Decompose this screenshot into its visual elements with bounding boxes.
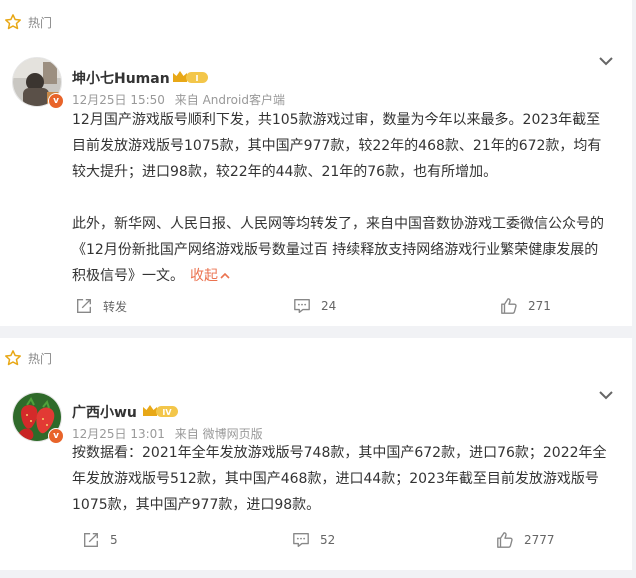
- repost-icon: [77, 299, 91, 313]
- caret-up-icon: [220, 272, 230, 279]
- avatar[interactable]: v: [12, 57, 64, 109]
- comment-count: 52: [320, 533, 336, 547]
- author-name[interactable]: 坤小七Human: [72, 68, 170, 88]
- like-button[interactable]: 271: [500, 297, 551, 315]
- verified-badge: v: [48, 93, 64, 109]
- post-paragraph: 按数据看：2021年全年发放游戏版号748款，其中国产672款，进口76款；20…: [72, 445, 607, 513]
- avatar[interactable]: v: [12, 392, 64, 444]
- level-badge-text: I: [196, 74, 199, 83]
- level-crown-icon: I: [172, 69, 210, 85]
- repost-icon: [84, 533, 98, 547]
- comment-icon: [293, 533, 309, 547]
- level-badge-text: IV: [162, 408, 172, 417]
- repost-button[interactable]: 转发: [75, 297, 127, 315]
- comment-button[interactable]: 24: [293, 297, 336, 315]
- hot-tag: 热门: [4, 12, 52, 32]
- post-text: 12月国产游戏版号顺利下发，共105款游戏过审，数量为今年以来最多。2023年截…: [72, 107, 612, 289]
- post-text: 按数据看：2021年全年发放游戏版号748款，其中国产672款，进口76款；20…: [72, 440, 612, 518]
- post-source: 来自 Android客户端: [174, 93, 285, 107]
- like-count: 271: [528, 299, 551, 313]
- chevron-down-icon[interactable]: [598, 56, 614, 66]
- like-button[interactable]: 2777: [496, 531, 555, 549]
- post-paragraph: 此外，新华网、人民日报、人民网等均转发了，来自中国音数协游戏工委微信公众号的《1…: [72, 216, 604, 284]
- like-count: 2777: [524, 533, 555, 547]
- hot-label: 热门: [28, 15, 53, 30]
- like-icon: [497, 532, 513, 548]
- post-date[interactable]: 12月25日 15:50: [72, 93, 165, 107]
- repost-label: 转发: [103, 299, 128, 314]
- chevron-down-icon[interactable]: [598, 390, 614, 400]
- level-crown-icon: IV: [142, 403, 180, 419]
- post-meta: 12月25日 15:50 来自 Android客户端: [72, 91, 291, 108]
- star-icon: [5, 350, 21, 366]
- hot-tag: 热门: [4, 348, 52, 368]
- verified-badge: v: [48, 428, 64, 444]
- action-bar: 转发 24 271: [72, 294, 562, 318]
- post-source: 来自 微博网页版: [174, 427, 263, 441]
- like-icon: [501, 298, 517, 314]
- comment-button[interactable]: 52: [292, 531, 335, 549]
- comment-count: 24: [321, 299, 337, 313]
- post-card: 热门 v 坤小七Human I 12月25日 15:50 来自 Android客…: [0, 0, 632, 326]
- hot-label: 热门: [28, 351, 53, 366]
- post-paragraph: 12月国产游戏版号顺利下发，共105款游戏过审，数量为今年以来最多。2023年截…: [72, 112, 602, 180]
- post-card: 热门 v 广西小wu IV 12月25日 13:01 来自 微博网页版 按数据看…: [0, 338, 632, 570]
- repost-button[interactable]: 5: [82, 531, 118, 549]
- collapse-link[interactable]: 收起: [190, 268, 230, 284]
- repost-count: 5: [110, 533, 118, 547]
- action-bar: 5 52 2777: [72, 528, 562, 552]
- author-name[interactable]: 广西小wu: [72, 402, 137, 422]
- star-icon: [5, 14, 21, 30]
- comment-icon: [294, 299, 310, 313]
- post-date[interactable]: 12月25日 13:01: [72, 427, 165, 441]
